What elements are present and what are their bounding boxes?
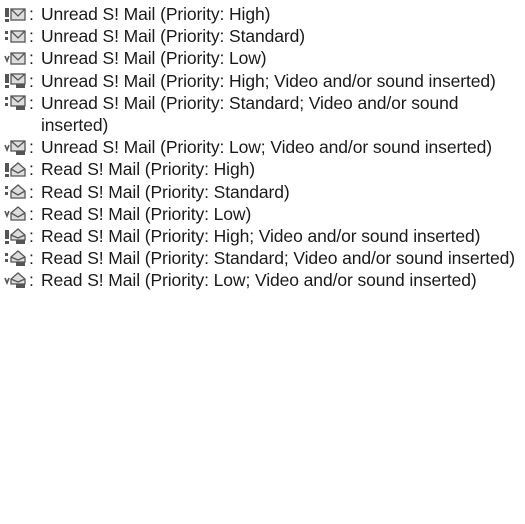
mail-unread-high-priority-icon — [4, 3, 29, 25]
mail-read-low-priority-media-icon — [4, 269, 29, 291]
list-item: : Read S! Mail (Priority: Standard; Vide… — [4, 247, 522, 269]
list-item: : Read S! Mail (Priority: High) — [4, 158, 522, 180]
list-item: : Unread S! Mail (Priority: High) — [4, 3, 522, 25]
entry-description: Unread S! Mail (Priority: Standard) — [41, 26, 305, 47]
mail-unread-standard-priority-media-icon — [4, 92, 29, 114]
list-item: : Unread S! Mail (Priority: Low) — [4, 47, 522, 69]
entry-description: Read S! Mail (Priority: Low; Video and/o… — [41, 270, 477, 291]
separator-colon: : — [29, 70, 34, 91]
entry-description: Read S! Mail (Priority: High; Video and/… — [41, 226, 481, 247]
separator-colon: : — [29, 270, 34, 291]
separator-colon: : — [29, 203, 34, 224]
mail-read-low-priority-icon — [4, 203, 29, 225]
entry-description: Unread S! Mail (Priority: Low) — [41, 48, 267, 69]
list-item: : Read S! Mail (Priority: Low) — [4, 203, 522, 225]
separator-colon: : — [29, 92, 34, 113]
list-item: : Unread S! Mail (Priority: High; Video … — [4, 70, 522, 92]
entry-description: Read S! Mail (Priority: Standard) — [41, 181, 290, 202]
separator-colon: : — [29, 159, 34, 180]
mail-unread-standard-priority-icon — [4, 25, 29, 47]
mail-read-standard-priority-icon — [4, 181, 29, 203]
entry-description: Unread S! Mail (Priority: Standard; Vide… — [41, 92, 459, 136]
mail-unread-low-priority-media-icon — [4, 136, 29, 158]
list-item: : Unread S! Mail (Priority: Standard) — [4, 25, 522, 47]
separator-colon: : — [29, 26, 34, 47]
mail-unread-low-priority-icon — [4, 47, 29, 69]
separator-colon: : — [29, 248, 34, 269]
entry-description: Read S! Mail (Priority: Low) — [41, 203, 252, 224]
mail-read-standard-priority-media-icon — [4, 247, 29, 269]
list-item: : Read S! Mail (Priority: Standard) — [4, 181, 522, 203]
separator-colon: : — [29, 226, 34, 247]
mail-read-high-priority-media-icon — [4, 225, 29, 247]
list-item: : Read S! Mail (Priority: Low; Video and… — [4, 269, 522, 291]
separator-colon: : — [29, 4, 34, 24]
list-item: : Unread S! Mail (Priority: Low; Video a… — [4, 136, 522, 158]
entry-description: Unread S! Mail (Priority: High; Video an… — [41, 70, 496, 91]
mail-read-high-priority-icon — [4, 158, 29, 180]
mail-unread-high-priority-media-icon — [4, 70, 29, 92]
entry-description: Read S! Mail (Priority: High) — [41, 159, 255, 180]
separator-colon: : — [29, 48, 34, 69]
separator-colon: : — [29, 137, 34, 158]
mail-status-icon-list: : Unread S! Mail (Priority: High) : Unre… — [4, 3, 522, 292]
list-item: : Unread S! Mail (Priority: Standard; Vi… — [4, 92, 522, 136]
separator-colon: : — [29, 181, 34, 202]
entry-description: Read S! Mail (Priority: Standard; Video … — [41, 248, 516, 269]
entry-description: Unread S! Mail (Priority: High) — [41, 4, 271, 24]
entry-description: Unread S! Mail (Priority: Low; Video and… — [41, 137, 492, 158]
list-item: : Read S! Mail (Priority: High; Video an… — [4, 225, 522, 247]
